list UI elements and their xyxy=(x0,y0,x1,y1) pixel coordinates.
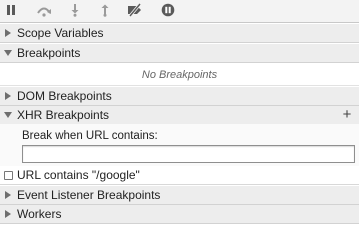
section-label: XHR Breakpoints xyxy=(17,108,110,122)
step-over-icon xyxy=(37,7,51,17)
dom-breakpoints-header[interactable]: DOM Breakpoints xyxy=(0,87,359,106)
pause-button[interactable] xyxy=(0,2,22,20)
xhr-breakpoint-label: URL contains "/google" xyxy=(17,168,140,182)
event-listener-breakpoints-header[interactable]: Event Listener Breakpoints xyxy=(0,186,359,205)
section-label: DOM Breakpoints xyxy=(17,89,112,103)
debugger-toolbar xyxy=(0,0,359,23)
deactivate-breakpoints-button[interactable] xyxy=(124,2,146,20)
xhr-breakpoints-header[interactable]: XHR Breakpoints + xyxy=(0,106,359,125)
workers-header[interactable]: Workers xyxy=(0,205,359,224)
step-into-icon xyxy=(71,4,79,17)
pause-on-exceptions-button[interactable] xyxy=(157,2,179,20)
section-label: Workers xyxy=(17,207,62,221)
disclosure-collapsed-icon xyxy=(4,186,14,204)
xhr-breakpoint-checkbox[interactable] xyxy=(4,171,13,180)
disclosure-collapsed-icon xyxy=(4,24,14,42)
xhr-breakpoint-item[interactable]: URL contains "/google" xyxy=(0,166,359,185)
step-into-button[interactable] xyxy=(64,2,86,20)
disclosure-expanded-icon xyxy=(4,106,14,124)
step-over-button[interactable] xyxy=(33,2,55,20)
disclosure-collapsed-icon xyxy=(4,205,14,223)
deactivate-breakpoints-icon xyxy=(128,3,142,17)
pause-icon xyxy=(7,5,15,15)
section-label: Breakpoints xyxy=(17,46,81,60)
pause-on-exceptions-icon xyxy=(161,3,175,17)
breakpoints-header[interactable]: Breakpoints xyxy=(0,44,359,63)
step-out-button[interactable] xyxy=(94,2,116,20)
xhr-prompt-label: Break when URL contains: xyxy=(22,130,158,142)
disclosure-collapsed-icon xyxy=(4,87,14,105)
xhr-url-input[interactable] xyxy=(22,145,355,163)
add-xhr-breakpoint-button[interactable]: + xyxy=(340,106,354,124)
disclosure-expanded-icon xyxy=(4,44,14,62)
scope-variables-header[interactable]: Scope Variables xyxy=(0,24,359,43)
no-breakpoints-message: No Breakpoints xyxy=(0,65,359,86)
section-label: Scope Variables xyxy=(17,26,104,40)
section-label: Event Listener Breakpoints xyxy=(17,188,161,202)
step-out-icon xyxy=(101,4,109,17)
